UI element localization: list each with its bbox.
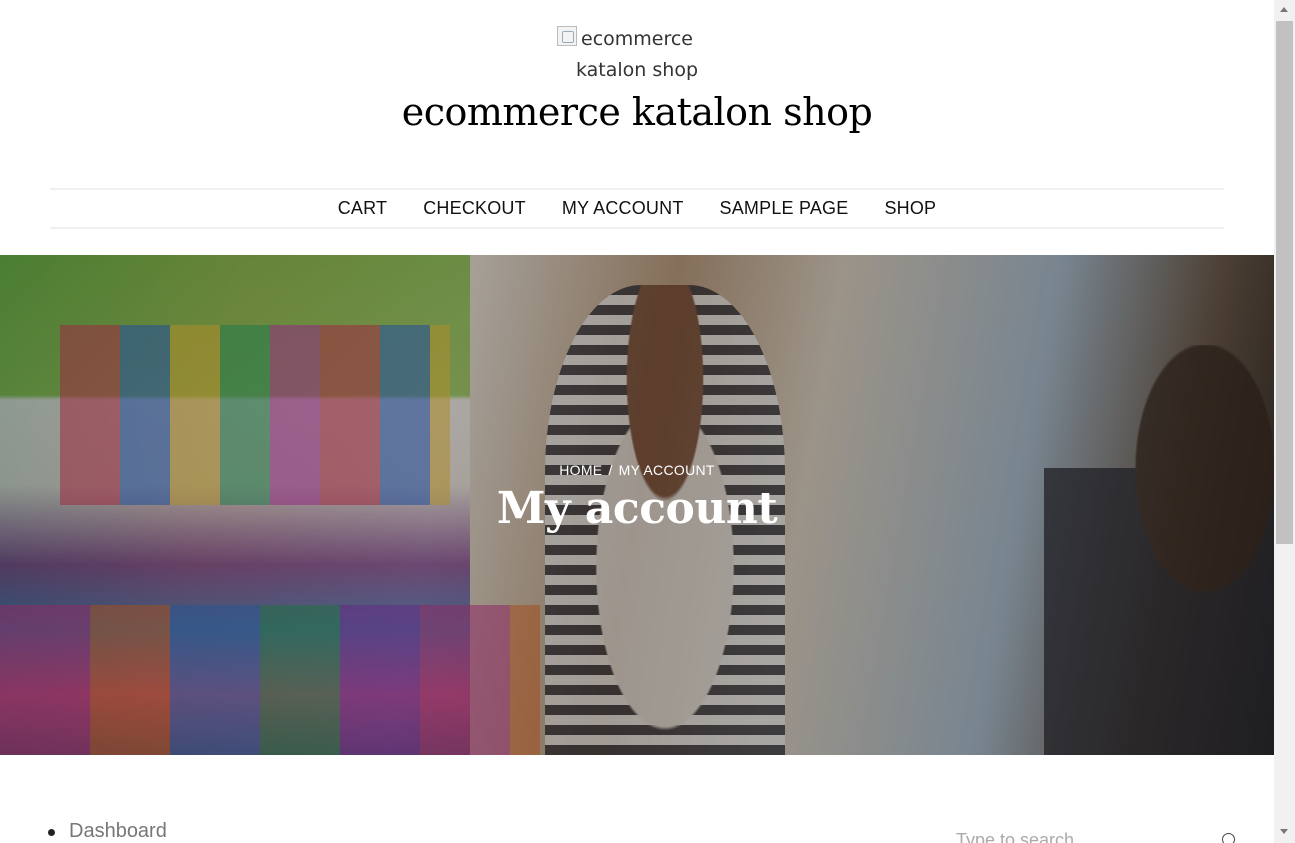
page-title: My account [496,483,778,534]
search-input[interactable] [956,828,1216,843]
breadcrumb-separator: / [608,462,613,478]
nav-item-cart[interactable]: CART [320,198,405,219]
search-widget [956,828,1238,843]
scroll-up-arrow-icon[interactable] [1274,0,1295,21]
broken-image-icon [557,26,577,46]
account-navigation: Dashboard [48,820,167,843]
breadcrumb: HOME / MY ACCOUNT [0,462,1274,478]
scroll-down-arrow-icon[interactable] [1274,822,1295,843]
nav-item-checkout[interactable]: CHECKOUT [405,198,544,219]
search-icon[interactable] [1222,833,1235,843]
main-navigation: CART CHECKOUT MY ACCOUNT SAMPLE PAGE SHO… [50,188,1224,229]
nav-item-sample-page[interactable]: SAMPLE PAGE [702,198,867,219]
account-nav-dashboard-label[interactable]: Dashboard [69,820,167,842]
nav-item-shop[interactable]: SHOP [866,198,954,219]
logo-alt-text: ecommerce katalon shop [575,28,698,81]
nav-item-my-account[interactable]: MY ACCOUNT [544,198,702,219]
breadcrumb-current: MY ACCOUNT [618,462,715,478]
site-title[interactable]: ecommerce katalon shop [0,90,1274,134]
site-logo-area: ecommerce katalon shop [0,24,1274,86]
breadcrumb-home[interactable]: HOME [559,462,602,478]
account-nav-dashboard[interactable]: Dashboard [48,820,167,843]
page: ecommerce katalon shop ecommerce katalon… [0,0,1274,843]
site-logo-link[interactable]: ecommerce katalon shop [557,24,717,86]
hero-banner: HOME / MY ACCOUNT My account [0,255,1274,755]
scrollbar-thumb[interactable] [1276,21,1293,544]
vertical-scrollbar[interactable] [1274,0,1295,843]
